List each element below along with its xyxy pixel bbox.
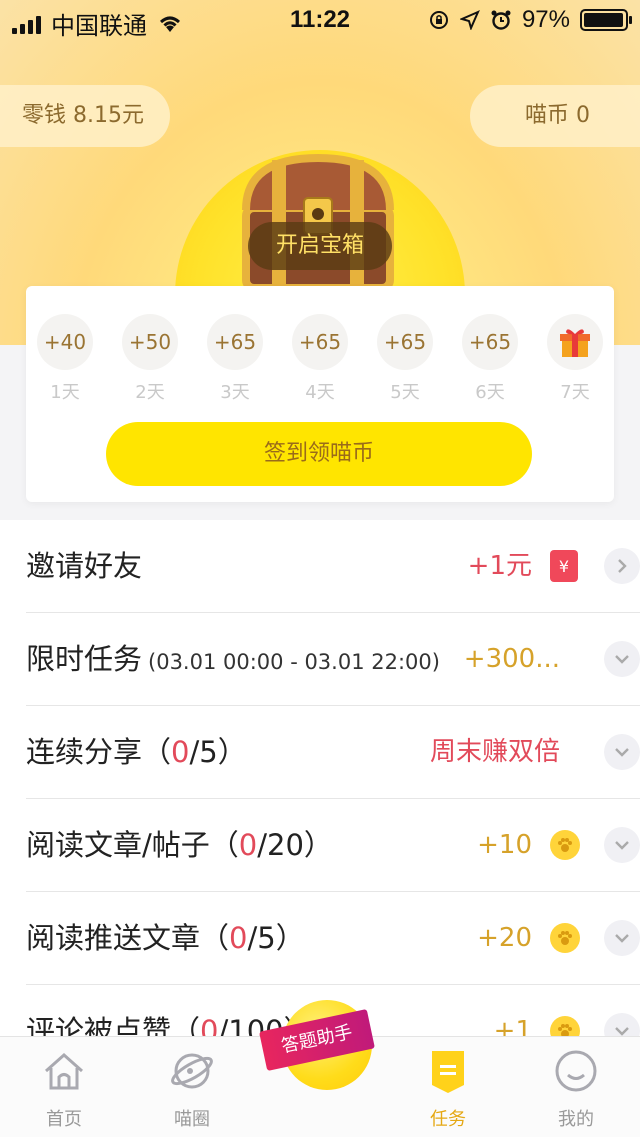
day-label: 3天 <box>220 382 250 403</box>
day-reward: +65 <box>377 314 433 370</box>
task-title-prefix: 阅读文章/帖子（ <box>26 828 239 862</box>
day-label: 4天 <box>305 382 335 403</box>
checkin-day: +40 1天 <box>36 314 94 404</box>
chevron-down-icon[interactable] <box>604 920 640 956</box>
day-label: 7天 <box>560 382 590 403</box>
tab-profile[interactable]: 我的 <box>526 1037 626 1137</box>
task-title: 限时任务 (03.01 00:00 - 03.01 22:00) <box>26 613 440 708</box>
paw-coin-icon <box>550 830 580 860</box>
task-title: 连续分享（0/5） <box>26 706 247 798</box>
alarm-icon <box>491 10 511 30</box>
coins-value: 0 <box>576 103 590 128</box>
location-arrow-icon <box>459 10 480 30</box>
paw-coin-icon <box>550 923 580 953</box>
task-reward: +1元 <box>467 551 532 581</box>
tab-tasks[interactable]: 任务 <box>398 1037 498 1137</box>
task-title: 邀请好友 <box>26 549 143 583</box>
task-title-suffix: /5） <box>189 735 247 769</box>
task-row-read-articles[interactable]: 阅读文章/帖子（0/20） +10 <box>26 799 640 892</box>
day-label: 1天 <box>50 382 80 403</box>
task-title-suffix: /20） <box>257 828 333 862</box>
chevron-down-icon[interactable] <box>604 641 640 677</box>
task-progress: 0 <box>238 828 258 862</box>
tab-label: 任务 <box>430 1109 466 1130</box>
task-reward: +300... <box>463 644 560 674</box>
balance-label: 零钱 <box>22 103 67 128</box>
day-reward: +65 <box>292 314 348 370</box>
red-envelope-icon: ¥ <box>550 550 578 582</box>
task-icon <box>432 1051 464 1093</box>
battery-icon <box>580 9 632 31</box>
day-reward: +40 <box>37 314 93 370</box>
task-reward: +20 <box>477 923 532 953</box>
task-title: 阅读推送文章（0/5） <box>26 892 305 984</box>
checkin-day: 7天 <box>546 314 604 404</box>
checkin-card: +40 1天 +50 2天 +65 3天 +65 4天 +65 5天 +65 6… <box>26 286 614 502</box>
day-reward: +65 <box>462 314 518 370</box>
chevron-down-icon[interactable] <box>604 734 640 770</box>
task-reward: +10 <box>477 830 532 860</box>
task-row-share[interactable]: 连续分享（0/5） 周末赚双倍 <box>26 706 640 799</box>
task-title-prefix: 阅读推送文章（ <box>26 921 230 955</box>
task-reward: 周末赚双倍 <box>429 737 560 767</box>
task-reward: +1 <box>493 1016 532 1040</box>
rotation-lock-icon <box>429 11 448 29</box>
day-reward: +65 <box>207 314 263 370</box>
tab-label: 首页 <box>46 1109 82 1130</box>
checkin-button[interactable]: 签到领喵币 <box>106 422 532 486</box>
profile-icon <box>555 1050 597 1092</box>
day-label: 6天 <box>475 382 505 403</box>
gift-icon <box>547 314 603 370</box>
battery-level-fill <box>584 13 623 27</box>
chevron-right-icon[interactable] <box>604 548 640 584</box>
checkin-day: +65 5天 <box>376 314 434 404</box>
task-progress: 0 <box>171 735 190 769</box>
task-row-invite-friends[interactable]: 邀请好友 +1元 ¥ <box>26 520 640 613</box>
coins-label: 喵币 <box>524 103 569 128</box>
checkin-day: +50 2天 <box>121 314 179 404</box>
task-title: 阅读文章/帖子（0/20） <box>26 799 333 891</box>
task-progress: 0 <box>229 921 248 955</box>
planet-icon <box>171 1053 213 1089</box>
day-label: 2天 <box>135 382 165 403</box>
task-title-text: 限时任务 <box>26 642 143 676</box>
home-icon <box>45 1052 83 1090</box>
task-row-limited-time[interactable]: 限时任务 (03.01 00:00 - 03.01 22:00) +300... <box>26 613 640 706</box>
checkin-day: +65 4天 <box>291 314 349 404</box>
task-row-read-push[interactable]: 阅读推送文章（0/5） +20 <box>26 892 640 985</box>
task-title-suffix: /5） <box>247 921 305 955</box>
task-title-prefix: 连续分享（ <box>26 735 172 769</box>
day-label: 5天 <box>390 382 420 403</box>
balance-pill[interactable]: 零钱 8.15元 <box>0 85 170 147</box>
balance-value: 8.15元 <box>73 103 145 128</box>
tab-circle[interactable]: 喵圈 <box>142 1037 242 1137</box>
task-time-range: (03.01 00:00 - 03.01 22:00) <box>148 650 440 674</box>
status-bar: 中国联通 11:22 97% <box>0 0 640 40</box>
tab-label: 我的 <box>558 1109 594 1130</box>
day-reward: +50 <box>122 314 178 370</box>
open-chest-button[interactable]: 开启宝箱 <box>248 222 392 270</box>
task-list: 邀请好友 +1元 ¥ 限时任务 (03.01 00:00 - 03.01 22:0… <box>0 520 640 1040</box>
chevron-down-icon[interactable] <box>604 827 640 863</box>
checkin-day: +65 3天 <box>206 314 264 404</box>
tab-home[interactable]: 首页 <box>14 1037 114 1137</box>
tab-label: 喵圈 <box>174 1109 210 1130</box>
coins-pill[interactable]: 喵币 0 <box>470 85 640 147</box>
checkin-days: +40 1天 +50 2天 +65 3天 +65 4天 +65 5天 +65 6… <box>36 314 604 404</box>
checkin-day: +65 6天 <box>461 314 519 404</box>
battery-percent: 97% <box>521 6 570 33</box>
